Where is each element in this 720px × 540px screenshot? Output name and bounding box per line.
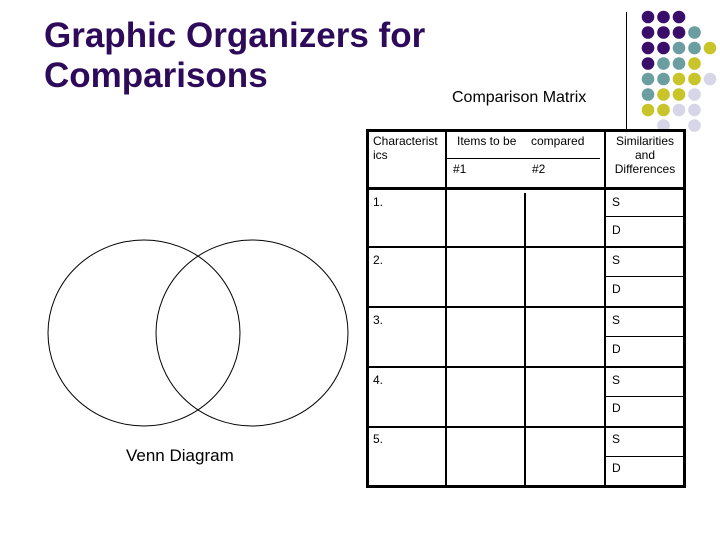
column-divider-1: [445, 129, 447, 487]
row-label: 3.: [373, 313, 384, 327]
column-divider-2: [524, 193, 526, 487]
header-similarities-differences: Similarities and Differences: [606, 134, 684, 176]
row-differences: D: [612, 461, 621, 475]
row-divider: [366, 426, 686, 428]
row-label: 4.: [373, 373, 384, 387]
header-characteristics: Characterist ics: [373, 134, 438, 162]
row-similarities: S: [612, 432, 621, 446]
row-similarities: S: [612, 313, 621, 327]
header-characteristics-line1: Characterist: [373, 134, 438, 148]
row-label: 5.: [373, 432, 384, 446]
row-differences: D: [612, 401, 621, 415]
items-header-underline: [446, 158, 600, 159]
row-differences: D: [612, 282, 621, 296]
sd-divider: [605, 396, 684, 397]
sd-divider: [605, 456, 684, 457]
header-simdiff-line1: Similarities: [615, 134, 674, 148]
header-characteristics-line2: ics: [373, 148, 388, 162]
comparison-matrix-table: Characterist ics Items to be compared #1…: [0, 0, 720, 540]
row-label: 1.: [373, 195, 384, 209]
header-items-right: compared: [531, 134, 585, 148]
sd-divider: [605, 216, 684, 217]
sd-divider: [605, 276, 684, 277]
header-simdiff-line2: and: [634, 148, 656, 162]
header-divider: [366, 187, 686, 190]
row-differences: D: [612, 342, 621, 356]
sd-divider: [605, 336, 684, 337]
row-label: 2.: [373, 253, 384, 267]
header-simdiff-line3: Differences: [614, 162, 676, 176]
table-border-bottom: [366, 485, 686, 488]
row-divider: [366, 366, 686, 368]
row-similarities: S: [612, 373, 621, 387]
row-similarities: S: [612, 253, 621, 267]
header-item-1: #1: [453, 162, 467, 176]
table-border-right: [683, 129, 686, 488]
row-divider: [366, 246, 686, 248]
header-items-left: Items to be: [457, 134, 517, 148]
row-divider: [366, 306, 686, 308]
row-differences: D: [612, 223, 621, 237]
table-border-left: [366, 129, 369, 488]
table-border-top: [366, 129, 686, 132]
header-item-2: #2: [532, 162, 546, 176]
row-similarities: S: [612, 195, 621, 209]
column-divider-3: [604, 129, 606, 487]
